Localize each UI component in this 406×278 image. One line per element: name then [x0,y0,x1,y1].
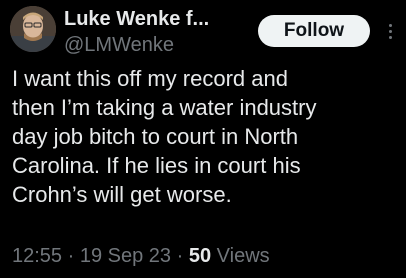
tweet-line: then I’m taking a water industry [12,95,317,120]
tweet-meta: 12:55 · 19 Sep 23 · 50 Views [12,243,270,269]
more-vertical-icon[interactable] [380,20,400,42]
more-dot [388,29,392,33]
follow-button[interactable]: Follow [258,15,370,47]
meta-separator: · [67,245,75,267]
avatar[interactable] [10,6,56,52]
tweet-line: Carolina. If he lies in court his [12,153,301,178]
display-name-row[interactable]: Luke Wenke f... [64,6,254,32]
tweet-line: day job bitch to court in North [12,124,299,149]
views-label[interactable]: Views [217,245,270,267]
more-dot [388,23,392,27]
tweet-time[interactable]: 12:55 [12,245,62,267]
display-name[interactable]: Luke Wenke f... [64,8,209,30]
tweet-text: I want this off my record and then I’m t… [12,64,402,209]
tweet-header: Luke Wenke f... @LMWenke Follow [0,0,406,62]
views-count[interactable]: 50 [189,245,211,267]
tweet-line: I want this off my record and [12,66,288,91]
user-avatar-icon [10,6,56,52]
user-handle[interactable]: @LMWenke [64,33,174,57]
meta-separator: · [176,245,184,267]
more-dot [388,35,392,39]
tweet-date[interactable]: 19 Sep 23 [80,245,171,267]
tweet-line: Crohn’s will get worse. [12,182,232,207]
